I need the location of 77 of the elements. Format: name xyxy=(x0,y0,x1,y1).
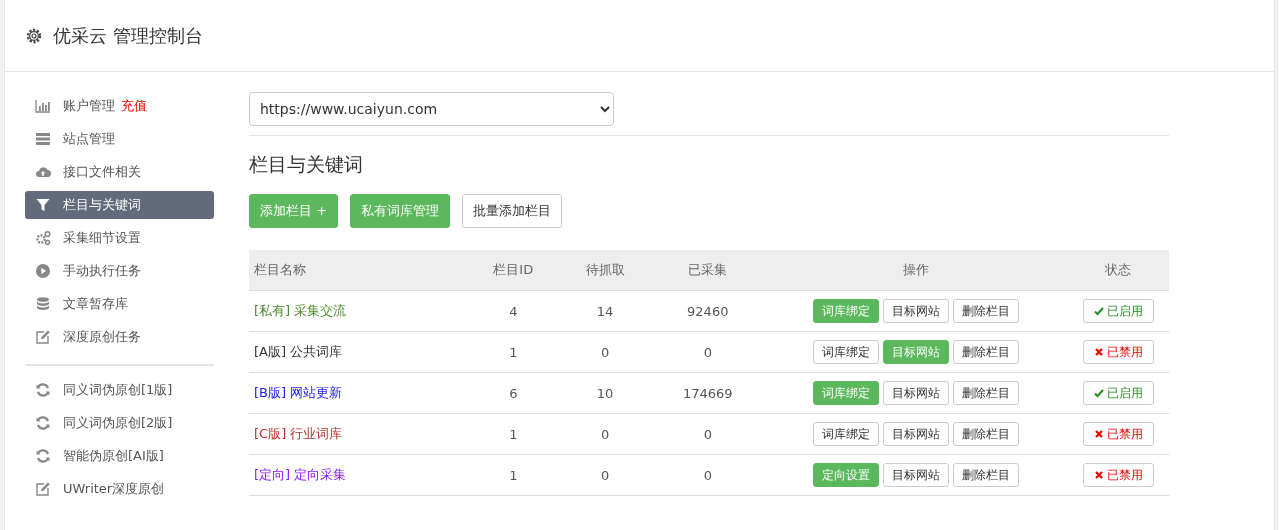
sidebar-item[interactable]: 智能伪原创[AI版] xyxy=(25,442,214,470)
site-select[interactable]: https://www.ucaiyun.com xyxy=(249,92,614,126)
action-button[interactable]: 词库绑定 xyxy=(813,340,879,364)
recharge-link[interactable]: 充值 xyxy=(121,97,147,115)
action-button[interactable]: 删除栏目 xyxy=(953,422,1019,446)
table-cell: 1 xyxy=(466,413,560,455)
close-icon xyxy=(1093,429,1104,439)
column-header: 操作 xyxy=(765,250,1067,291)
column-name-link[interactable]: [C版] 行业词库 xyxy=(254,426,343,441)
table-cell: 0 xyxy=(650,454,765,496)
cloud-upload-icon xyxy=(35,164,51,180)
close-icon xyxy=(1093,470,1104,480)
refresh-icon xyxy=(35,382,51,398)
column-header: 栏目名称 xyxy=(249,250,467,291)
check-icon xyxy=(1093,306,1104,316)
gears-icon xyxy=(35,230,51,246)
close-icon xyxy=(1093,347,1104,357)
sidebar-item[interactable]: 栏目与关键词 xyxy=(25,191,214,219)
sidebar-item[interactable]: 采集细节设置 xyxy=(25,224,214,252)
sidebar-item[interactable]: 站点管理 xyxy=(25,125,214,153)
refresh-icon xyxy=(35,415,51,431)
status-button[interactable]: 已禁用 xyxy=(1082,340,1154,364)
sidebar-item[interactable]: 手动执行任务 xyxy=(25,257,214,285)
table-cell: 0 xyxy=(650,331,765,373)
refresh-icon xyxy=(35,448,51,464)
filter-icon xyxy=(35,197,51,213)
column-name-link[interactable]: [B版] 网站更新 xyxy=(254,385,343,400)
sidebar-item[interactable]: 账户管理 充值 xyxy=(25,92,214,120)
table-cell: 174669 xyxy=(650,372,765,414)
action-button[interactable]: 删除栏目 xyxy=(953,381,1019,405)
column-name-link[interactable]: [私有] 采集交流 xyxy=(254,303,347,318)
column-header: 已采集 xyxy=(650,250,765,291)
sidebar-item[interactable]: 文章暂存库 xyxy=(25,290,214,318)
sidebar-item[interactable]: 接口文件相关 xyxy=(25,158,214,186)
sidebar-item[interactable]: 同义词伪原创[1版] xyxy=(25,376,214,404)
table-cell: 1 xyxy=(466,454,560,496)
status-button[interactable]: 已启用 xyxy=(1082,299,1154,323)
table-cell: 1 xyxy=(466,331,560,373)
edit-icon xyxy=(35,329,51,345)
action-button[interactable]: 词库绑定 xyxy=(813,422,879,446)
play-icon xyxy=(35,263,51,279)
toolbar-button[interactable]: 批量添加栏目 xyxy=(462,194,563,228)
column-name-link[interactable]: [A版] 公共词库 xyxy=(254,344,343,359)
table-cell: 14 xyxy=(559,290,651,332)
sidebar-item[interactable]: 深度原创任务 xyxy=(25,323,214,351)
action-button[interactable]: 目标网站 xyxy=(883,299,949,323)
column-header: 状态 xyxy=(1067,250,1169,291)
action-button[interactable]: 删除栏目 xyxy=(953,299,1019,323)
table-cell: 0 xyxy=(559,331,651,373)
action-button[interactable]: 目标网站 xyxy=(883,463,949,487)
status-button[interactable]: 已启用 xyxy=(1082,381,1154,405)
action-button[interactable]: 删除栏目 xyxy=(953,340,1019,364)
app-title: 优采云 管理控制台 xyxy=(53,23,203,48)
status-button[interactable]: 已禁用 xyxy=(1082,463,1154,487)
table-cell: 10 xyxy=(559,372,651,414)
action-button[interactable]: 目标网站 xyxy=(883,422,949,446)
column-header: 待抓取 xyxy=(559,250,651,291)
settings-icon xyxy=(25,26,43,45)
bar-chart-icon xyxy=(35,98,51,114)
server-icon xyxy=(35,131,51,147)
edit-icon xyxy=(35,481,51,497)
table-cell: 0 xyxy=(559,454,651,496)
column-name-link[interactable]: [定向] 定向采集 xyxy=(254,467,347,482)
table-cell: 6 xyxy=(466,372,560,414)
check-icon xyxy=(1093,388,1104,398)
column-header: 栏目ID xyxy=(466,250,560,291)
table-cell: 0 xyxy=(650,413,765,455)
table-cell: 4 xyxy=(466,290,560,332)
action-button[interactable]: 删除栏目 xyxy=(953,463,1019,487)
table-cell: 92460 xyxy=(650,290,765,332)
sidebar-item[interactable]: UWriter深度原创 xyxy=(25,475,214,503)
table-cell: 0 xyxy=(559,413,651,455)
action-button[interactable]: 目标网站 xyxy=(883,381,949,405)
database-icon xyxy=(35,296,51,312)
status-button[interactable]: 已禁用 xyxy=(1082,422,1154,446)
section-title: 栏目与关键词 xyxy=(249,152,364,177)
sidebar-item[interactable]: 同义词伪原创[2版] xyxy=(25,409,214,437)
